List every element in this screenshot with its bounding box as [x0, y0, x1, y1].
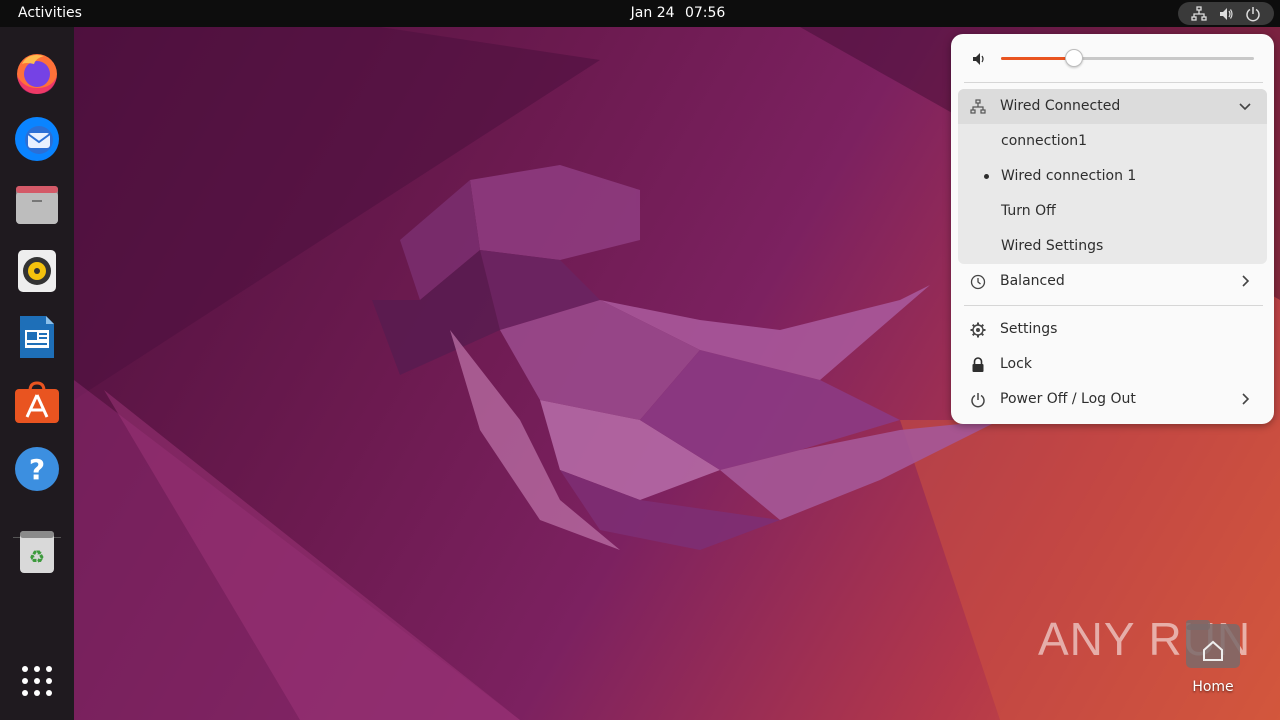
rhythmbox-icon[interactable] [13, 247, 61, 295]
volume-icon [1218, 6, 1234, 22]
settings-label: Settings [1000, 321, 1058, 337]
home-folder-icon[interactable] [1184, 618, 1242, 670]
gear-icon [969, 321, 987, 339]
activities-button[interactable]: Activities [18, 5, 82, 21]
system-tray[interactable] [1178, 2, 1274, 25]
clock-date: Jan 24 [630, 5, 675, 21]
volume-slider[interactable] [1001, 49, 1254, 67]
writer-icon[interactable] [13, 313, 61, 361]
clock-time: 07:56 [684, 5, 726, 21]
chevron-right-icon [1242, 393, 1250, 405]
top-bar: Activities Jan 24 07:56 [0, 0, 1280, 27]
network-option-connection1[interactable]: connection1 [951, 124, 1274, 159]
active-connection-bullet [984, 174, 989, 179]
power-icon [969, 391, 987, 409]
volume-icon [971, 51, 987, 71]
system-menu: Wired Connected connection1 Wired connec… [951, 34, 1274, 424]
lock-item[interactable]: Lock [951, 347, 1274, 382]
dock: ? ♻ [0, 27, 74, 720]
power-mode-label: Balanced [1000, 273, 1065, 289]
network-turn-off[interactable]: Turn Off [951, 194, 1274, 229]
network-wired-item[interactable]: Wired Connected [951, 89, 1274, 124]
network-option-label: Wired connection 1 [1001, 168, 1137, 184]
network-option-label: connection1 [1001, 133, 1088, 149]
firefox-icon[interactable] [13, 49, 61, 97]
files-icon[interactable] [13, 181, 61, 229]
chevron-right-icon [1242, 275, 1250, 287]
clock[interactable]: Jan 24 07:56 [0, 5, 1280, 21]
lock-label: Lock [1000, 356, 1032, 372]
network-wired-icon [969, 98, 987, 116]
volume-slider-fill [1001, 57, 1075, 60]
svg-text:?: ? [29, 453, 45, 486]
app-grid-icon[interactable] [13, 657, 61, 705]
volume-slider-knob[interactable] [1065, 49, 1084, 67]
thunderbird-icon[interactable] [13, 115, 61, 163]
volume-row [951, 44, 1274, 74]
network-option-wired-connection-1[interactable]: Wired connection 1 [951, 159, 1274, 194]
power-profile-icon [969, 273, 987, 291]
trash-icon[interactable]: ♻ [13, 528, 61, 576]
network-option-label: Turn Off [1001, 203, 1056, 219]
software-icon[interactable] [13, 379, 61, 427]
settings-item[interactable]: Settings [951, 312, 1274, 347]
menu-separator [964, 82, 1263, 83]
home-folder-label: Home [1192, 679, 1234, 695]
network-wired-settings[interactable]: Wired Settings [951, 229, 1274, 264]
network-option-label: Wired Settings [1001, 238, 1104, 254]
svg-text:♻: ♻ [29, 547, 45, 568]
help-icon[interactable]: ? [13, 445, 61, 493]
network-status-label: Wired Connected [1000, 98, 1121, 114]
power-off-item[interactable]: Power Off / Log Out [951, 382, 1274, 417]
power-icon [1245, 6, 1261, 22]
chevron-down-icon [1239, 103, 1251, 111]
menu-separator [964, 305, 1263, 306]
power-mode-item[interactable]: Balanced [951, 264, 1274, 299]
network-wired-icon [1191, 5, 1207, 22]
power-off-label: Power Off / Log Out [1000, 391, 1136, 407]
lock-icon [969, 356, 987, 374]
